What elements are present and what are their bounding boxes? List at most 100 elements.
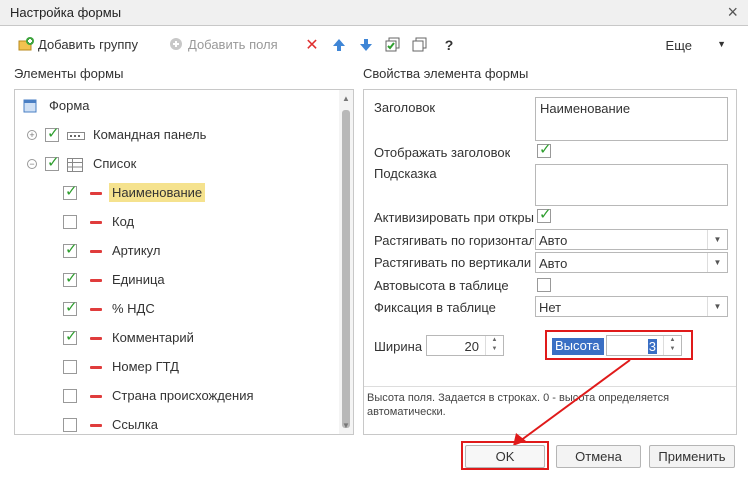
move-down-icon[interactable] (358, 37, 374, 53)
tree-row[interactable]: − ✓ Список (15, 151, 335, 177)
close-icon[interactable]: × (727, 2, 738, 23)
tree-row[interactable]: ✓ Артикул (15, 238, 335, 264)
activate-label: Активизировать при откры (374, 210, 534, 225)
tree-row-checkbox[interactable]: ✓ (63, 299, 78, 316)
tree-row-checkbox[interactable] (63, 389, 77, 403)
tooltip-label: Подсказка (374, 166, 437, 181)
stretch-horizontal-select[interactable]: Авто ▼ (535, 229, 728, 250)
width-label: Ширина (374, 339, 423, 354)
tree-row[interactable]: ✓ % НДС (15, 296, 335, 322)
command-panel-icon (67, 129, 85, 144)
cancel-button[interactable]: Отмена (556, 445, 641, 468)
stretch-vertical-select[interactable]: Авто ▼ (535, 252, 728, 273)
add-group-button[interactable]: Добавить группу (18, 36, 138, 52)
tree-row[interactable]: ✓ Единица (15, 267, 335, 293)
show-header-checkbox[interactable]: ✓ (537, 141, 552, 158)
tree-row-checkbox[interactable]: ✓ (63, 328, 78, 345)
tree-row-label: Командная панель (93, 127, 207, 142)
field-icon (90, 192, 102, 195)
tree-row-checkbox[interactable] (63, 215, 77, 229)
scrollbar-thumb[interactable] (342, 110, 350, 428)
tree-row-label: Наименование (109, 183, 206, 202)
tree-row[interactable]: Код (15, 209, 335, 235)
fix-select[interactable]: Нет ▼ (535, 296, 728, 317)
fix-label: Фиксация в таблице (374, 300, 496, 315)
tooltip-input[interactable] (535, 164, 728, 206)
move-up-icon[interactable] (331, 37, 347, 53)
toolbar: Добавить группу Добавить поля ✕ ? Еще ▼ (0, 30, 748, 60)
show-header-label: Отображать заголовок (374, 145, 511, 160)
stretch-vertical-value: Авто (539, 256, 568, 271)
fix-value: Нет (539, 300, 562, 315)
field-icon (90, 250, 102, 253)
more-menu-button[interactable]: Еще (666, 38, 692, 53)
width-stepper[interactable]: 20 ▲ ▼ (426, 335, 504, 356)
field-icon (90, 366, 102, 369)
tree-row-checkbox[interactable]: ✓ (45, 154, 60, 171)
stretch-horizontal-value: Авто (539, 233, 568, 248)
autoheight-checkbox[interactable]: ✓ (537, 278, 551, 292)
tree-row[interactable]: ✓ Наименование (15, 180, 335, 206)
expand-icon[interactable]: + (27, 130, 37, 140)
width-value: 20 (464, 339, 479, 354)
tree-row[interactable]: Ссылка (15, 412, 335, 434)
apply-button[interactable]: Применить (649, 445, 735, 468)
field-icon (90, 395, 102, 398)
activate-checkbox[interactable]: ✓ (537, 206, 552, 223)
form-elements-title: Элементы формы (14, 66, 124, 81)
element-properties-title: Свойства элемента формы (363, 66, 529, 81)
tree-row[interactable]: + ✓ Командная панель (15, 122, 335, 148)
table-icon (67, 158, 83, 175)
window-titlebar: Настройка формы × (0, 0, 748, 26)
tree-row-checkbox[interactable]: ✓ (63, 270, 78, 287)
field-icon (90, 308, 102, 311)
header-input[interactable]: Наименование (535, 97, 728, 141)
ok-button[interactable]: OK (465, 445, 545, 468)
stretch-horizontal-label: Растягивать по горизонтал (374, 233, 534, 248)
tree-row-label: Номер ГТД (112, 359, 179, 374)
add-field-label: Добавить поля (188, 36, 278, 52)
property-hint: Высота поля. Задается в строках. 0 - выс… (364, 386, 736, 434)
tree-row[interactable]: Номер ГТД (15, 354, 335, 380)
check-all-icon[interactable] (385, 37, 401, 53)
tree-row[interactable]: Страна происхождения (15, 383, 335, 409)
add-group-icon (18, 37, 34, 51)
chevron-down-icon[interactable]: ▼ (707, 297, 727, 316)
field-icon (90, 337, 102, 340)
add-group-label: Добавить группу (38, 36, 138, 52)
tree-row-label: Код (112, 214, 135, 229)
scroll-down-icon[interactable]: ▼ (342, 421, 350, 430)
add-field-icon (170, 38, 182, 50)
collapse-icon[interactable]: − (27, 159, 37, 169)
tree-row[interactable]: ✓ Комментарий (15, 325, 335, 351)
tree-row-checkbox[interactable]: ✓ (63, 241, 78, 258)
tree-row-label: Страна происхождения (112, 388, 254, 403)
form-icon (23, 99, 37, 116)
form-elements-tree[interactable]: Форма + ✓ Командная панель − ✓ Список ✓ Наименов… (14, 89, 354, 435)
tree-row-checkbox[interactable]: ✓ (63, 183, 78, 200)
tree-row-checkbox[interactable]: ✓ (45, 125, 60, 142)
chevron-down-icon[interactable]: ▼ (707, 253, 727, 272)
tree-scrollbar[interactable]: ▲ ▼ (339, 90, 353, 434)
tree-row-label: Единица (112, 272, 165, 287)
tree-row-checkbox[interactable] (63, 360, 77, 374)
field-icon (90, 424, 102, 427)
chevron-down-icon[interactable]: ▼ (717, 39, 726, 49)
element-properties-panel: Заголовок Наименование Отображать заголо… (363, 89, 737, 435)
uncheck-all-icon[interactable] (412, 37, 428, 53)
tree-row-label: Список (93, 156, 137, 171)
tree-row-label: Форма (49, 98, 90, 113)
height-highlight-box (545, 330, 693, 360)
chevron-down-icon[interactable]: ▼ (707, 230, 727, 249)
tree-row-checkbox[interactable] (63, 418, 77, 432)
tree-row[interactable]: Форма (15, 93, 335, 119)
add-field-button[interactable]: Добавить поля (168, 36, 278, 52)
stepper-arrows-icon[interactable]: ▲ ▼ (485, 336, 503, 355)
help-icon[interactable]: ? (441, 37, 457, 53)
tree-row-label: Ссылка (112, 417, 159, 432)
delete-icon[interactable]: ✕ (304, 37, 320, 54)
tree-row-label: Комментарий (112, 330, 194, 345)
header-label: Заголовок (374, 100, 436, 115)
scroll-up-icon[interactable]: ▲ (342, 94, 350, 103)
stretch-vertical-label: Растягивать по вертикали (374, 255, 532, 270)
